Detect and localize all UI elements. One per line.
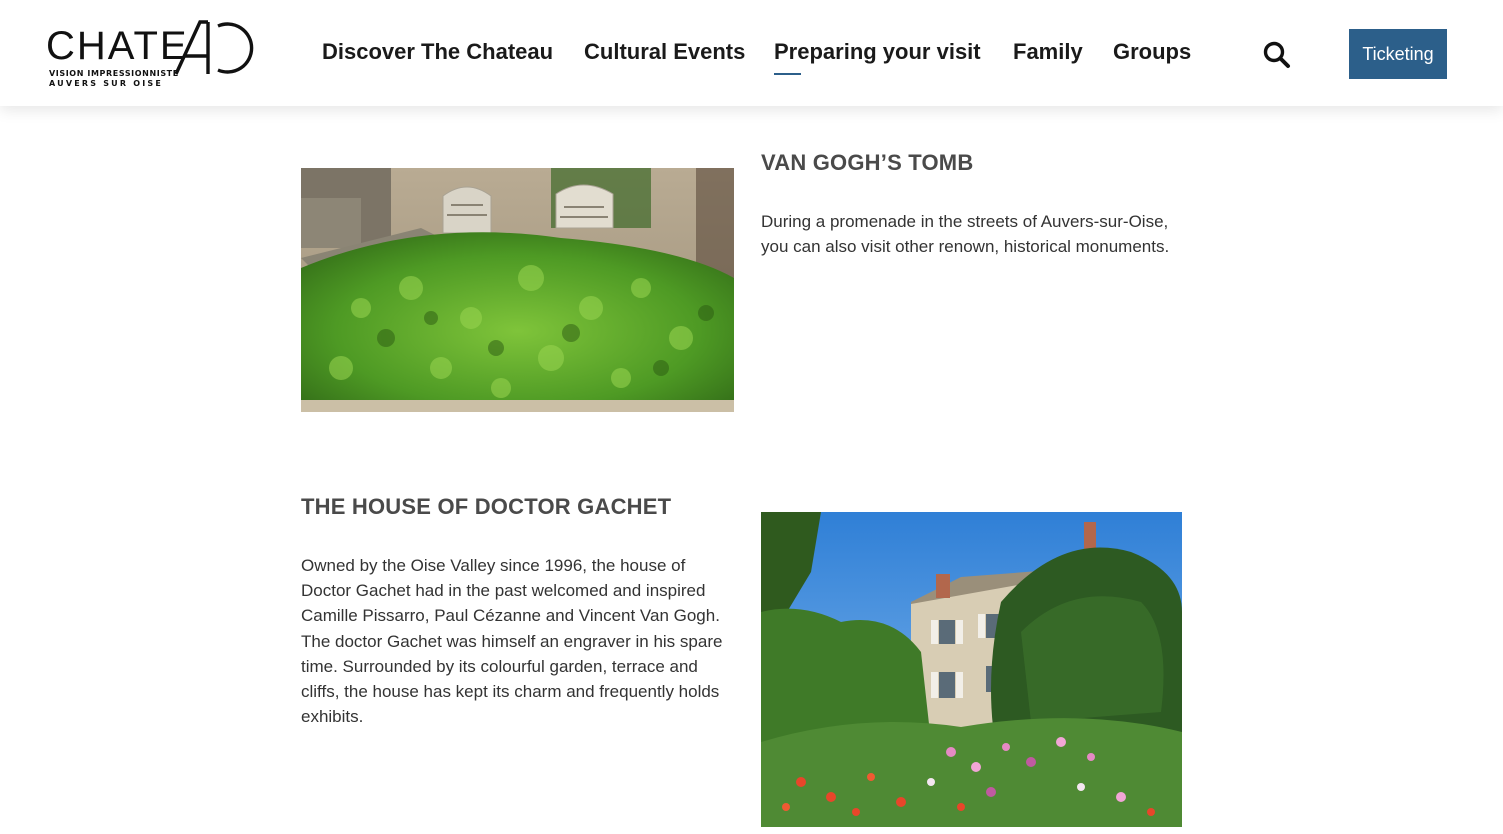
section-title-house-gachet: THE HOUSE OF DOCTOR GACHET xyxy=(301,494,672,519)
section-text-house-gachet: Owned by the Oise Valley since 1996, the… xyxy=(301,556,723,727)
section-text-van-gogh-tomb: During a promenade in the streets of Auv… xyxy=(761,212,1170,257)
nav-active-indicator xyxy=(774,73,801,75)
logo-tagline-1: VISION IMPRESSIONNISTE xyxy=(49,69,179,78)
section-title-van-gogh-tomb: VAN GOGH’S TOMB xyxy=(761,150,974,175)
nav-item-family[interactable]: Family xyxy=(1013,38,1083,66)
nav-item-groups[interactable]: Groups xyxy=(1113,38,1191,66)
tomb-photo xyxy=(301,168,734,412)
site-header: CHATE VISION IMPRESSIONNISTE AUVERS SUR … xyxy=(0,0,1503,106)
ticketing-button[interactable]: Ticketing xyxy=(1349,29,1447,79)
nav-item-discover[interactable]: Discover The Chateau xyxy=(322,38,553,66)
nav-item-preparing-visit[interactable]: Preparing your visit xyxy=(774,38,981,66)
logo-ao-mark xyxy=(174,20,254,75)
search-icon xyxy=(1263,41,1290,68)
chateau-logo[interactable]: CHATE VISION IMPRESSIONNISTE AUVERS SUR … xyxy=(46,18,268,90)
search-button[interactable] xyxy=(1262,40,1292,70)
nav-item-cultural-events[interactable]: Cultural Events xyxy=(584,38,745,66)
house-photo xyxy=(761,512,1182,827)
logo-wordmark: CHATE xyxy=(46,24,189,68)
logo-tagline-2: AUVERS SUR OISE xyxy=(49,79,164,88)
